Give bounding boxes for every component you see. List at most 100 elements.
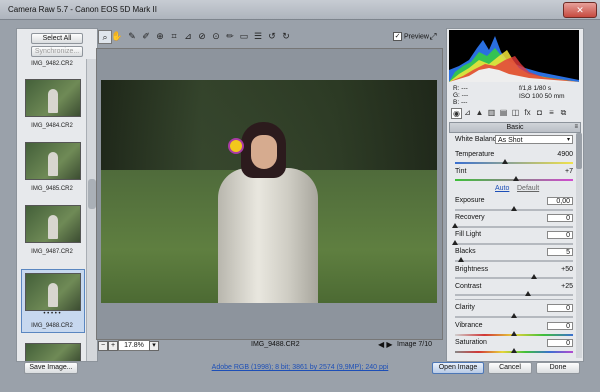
vibrance-slider[interactable]: [455, 331, 573, 336]
recovery-slider[interactable]: [452, 223, 573, 228]
saturation-slider[interactable]: [455, 348, 573, 353]
graduated-filter-icon[interactable]: ▭: [238, 30, 250, 42]
fullscreen-icon[interactable]: ⤢: [427, 30, 439, 42]
hand-icon[interactable]: ✋: [111, 30, 123, 42]
lens-corrections-tab-icon[interactable]: ◫: [511, 108, 520, 117]
recovery-value[interactable]: 0: [547, 214, 573, 222]
clarity-slider[interactable]: [455, 313, 573, 318]
contrast-slider[interactable]: [455, 291, 573, 296]
presets-tab-icon[interactable]: ≡: [547, 108, 556, 117]
filmstrip-item[interactable]: IMG_9485.CR2: [21, 142, 83, 200]
default-link[interactable]: Default: [517, 185, 539, 192]
panel-menu-icon[interactable]: ≡: [574, 123, 578, 132]
red-eye-icon[interactable]: ⊙: [210, 30, 222, 42]
filmstrip-item[interactable]: IMG_9487.CR2: [21, 205, 83, 263]
filmstrip-item-selected[interactable]: • • • • • IMG_9488.CR2: [21, 269, 85, 335]
effects-tab-icon[interactable]: fx: [523, 108, 532, 117]
slider-thumb[interactable]: [511, 313, 517, 318]
panel-scrollbar[interactable]: [576, 133, 582, 358]
rating-stars[interactable]: • • • • •: [21, 311, 83, 317]
workflow-options-link[interactable]: Adobe RGB (1998); 8 bit; 3861 by 2574 (9…: [185, 364, 415, 371]
preview-checkbox[interactable]: ✓: [393, 32, 402, 41]
detail-tab-icon[interactable]: ▲: [475, 108, 484, 117]
spot-removal-icon[interactable]: ⊘: [196, 30, 208, 42]
saturation-value[interactable]: 0: [547, 339, 573, 347]
vibrance-value[interactable]: 0: [547, 322, 573, 330]
temperature-value[interactable]: 4900: [547, 151, 573, 158]
preview-toggle[interactable]: ✓ Preview: [393, 32, 429, 41]
panel-title: Basic: [506, 124, 524, 131]
white-balance-icon[interactable]: ✎: [126, 30, 138, 42]
scrollbar-knob[interactable]: [576, 133, 582, 169]
hsl-tab-icon[interactable]: ▥: [487, 108, 496, 117]
open-image-button[interactable]: Open Image: [432, 362, 484, 374]
close-window-button[interactable]: ✕: [563, 2, 597, 18]
fill-light-value[interactable]: 0: [547, 231, 573, 239]
white-balance-value: As Shot: [498, 137, 523, 144]
thumbnail-figure: [48, 152, 58, 176]
tint-value[interactable]: +7: [547, 168, 573, 175]
thumbnail-caption: IMG_9482.CR2: [31, 61, 73, 67]
brightness-value[interactable]: +50: [547, 266, 573, 273]
zoom-dropdown-button[interactable]: ▾: [149, 341, 159, 351]
white-balance-select[interactable]: As Shot ▾: [495, 135, 573, 144]
exposure-slider[interactable]: [455, 206, 573, 211]
straighten-icon[interactable]: ⊿: [182, 30, 194, 42]
slider-thumb[interactable]: [525, 291, 532, 296]
crop-icon[interactable]: ⌗: [168, 30, 180, 42]
slider-thumb[interactable]: [511, 348, 517, 353]
slider-thumb[interactable]: [513, 176, 520, 181]
scrollbar-knob[interactable]: [88, 179, 96, 209]
image-canvas[interactable]: [96, 48, 443, 340]
target-adjust-icon[interactable]: ⊕: [154, 30, 166, 42]
b-readout: B: ---: [453, 99, 468, 106]
cancel-button[interactable]: Cancel: [488, 362, 532, 374]
contrast-label: Contrast: [455, 283, 482, 290]
filmstrip-item[interactable]: IMG_9484.CR2: [21, 79, 83, 137]
filmstrip-item[interactable]: [21, 343, 83, 361]
rotate-right-icon[interactable]: ↻: [280, 30, 292, 42]
preferences-icon[interactable]: ☰: [252, 30, 264, 42]
exposure-value[interactable]: 0,00: [547, 197, 573, 205]
image-nav-arrows[interactable]: ◀ ▶: [378, 340, 393, 349]
blacks-value[interactable]: 5: [547, 248, 573, 256]
contrast-value[interactable]: +25: [547, 283, 573, 290]
slider-thumb[interactable]: [457, 257, 464, 262]
done-button[interactable]: Done: [536, 362, 580, 374]
color-sampler-icon[interactable]: ✐: [140, 30, 152, 42]
window-title: Camera Raw 5.7 - Canon EOS 5D Mark II: [8, 5, 157, 14]
slider-thumb[interactable]: [501, 159, 508, 164]
zoom-level-field[interactable]: 17.8%: [118, 340, 150, 351]
rotate-left-icon[interactable]: ↺: [266, 30, 278, 42]
blacks-slider[interactable]: [455, 257, 573, 262]
temperature-slider[interactable]: [455, 159, 573, 164]
fill-light-slider[interactable]: [452, 240, 573, 245]
clarity-value[interactable]: 0: [547, 304, 573, 312]
slider-thumb[interactable]: [511, 331, 517, 336]
synchronize-button[interactable]: Synchronize...: [31, 46, 83, 57]
adjustment-brush-icon[interactable]: ✏: [224, 30, 236, 42]
tone-curve-tab-icon[interactable]: ⊿: [463, 108, 472, 117]
slider-thumb[interactable]: [531, 274, 538, 279]
panel-tabs: ◉ ⊿ ▲ ▥ ▤ ◫ fx ◘ ≡ ⧉: [449, 108, 579, 120]
split-toning-tab-icon[interactable]: ▤: [499, 108, 508, 117]
camera-calibration-tab-icon[interactable]: ◘: [535, 108, 544, 117]
snapshots-tab-icon[interactable]: ⧉: [559, 108, 568, 117]
select-all-button[interactable]: Select All: [31, 33, 83, 44]
auto-link[interactable]: Auto: [495, 185, 509, 192]
histogram-info: R: --- G: --- B: --- f/1,8 1/80 s ISO 10…: [449, 84, 579, 106]
r-readout: R: ---: [453, 85, 468, 92]
zoom-out-button[interactable]: −: [98, 341, 108, 351]
thumbnail-caption: IMG_9488.CR2: [31, 323, 73, 329]
slider-thumb[interactable]: [452, 240, 458, 245]
zoom-in-button[interactable]: +: [108, 341, 118, 351]
basic-tab-icon[interactable]: ◉: [451, 108, 462, 119]
title-bar: Camera Raw 5.7 - Canon EOS 5D Mark II ✕: [0, 0, 600, 20]
zoom-icon[interactable]: ⌕: [98, 30, 112, 44]
brightness-slider[interactable]: [455, 274, 573, 279]
slider-thumb[interactable]: [452, 223, 458, 228]
slider-thumb[interactable]: [511, 206, 517, 211]
save-image-button[interactable]: Save Image...: [24, 362, 78, 374]
filmstrip-panel: Select All Synchronize... IMG_9482.CR2 I…: [16, 28, 98, 362]
tint-slider[interactable]: [455, 176, 573, 181]
